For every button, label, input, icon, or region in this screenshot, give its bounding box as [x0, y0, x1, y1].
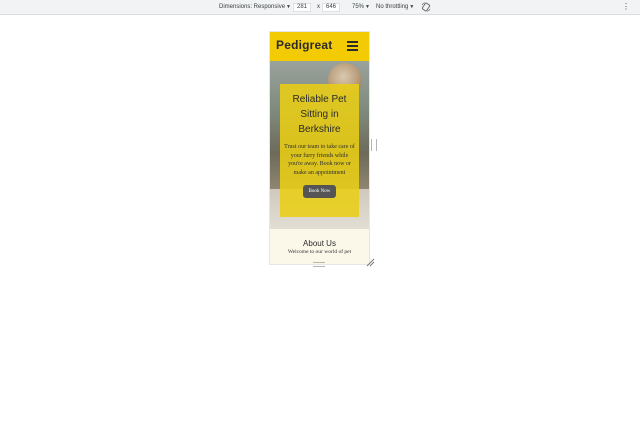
- about-title: About Us: [303, 239, 336, 248]
- hero-card: Reliable Pet Sitting in Berkshire Trust …: [280, 84, 359, 217]
- dimensions-caret-icon: ▼: [286, 4, 291, 10]
- zoom-caret-icon: ▼: [365, 4, 370, 10]
- site-brand-logo[interactable]: Pedigreat: [276, 38, 333, 52]
- throttling-dropdown[interactable]: No throttling▼: [376, 3, 414, 11]
- height-input[interactable]: 646: [322, 3, 341, 12]
- zoom-label: 75%: [352, 4, 365, 10]
- dimensions-dropdown[interactable]: Dimensions: Responsive▼: [219, 3, 291, 11]
- rotate-icon[interactable]: [421, 2, 431, 12]
- about-text: Welcome to our world of pet: [287, 249, 352, 255]
- throttling-label: No throttling: [376, 4, 409, 10]
- devtools-device-toolbar: Dimensions: Responsive▼ 281 x 646 75%▼ N…: [0, 0, 640, 15]
- resize-corner-icon[interactable]: [366, 258, 375, 267]
- throttling-caret-icon: ▼: [409, 4, 415, 10]
- resize-handle-bottom[interactable]: [313, 262, 325, 267]
- device-frame: Pedigreat Reliable Pet Sitting in Berksh…: [270, 32, 369, 264]
- site-navbar: Pedigreat: [270, 32, 369, 61]
- hero-text: Trust our team to take care of your furr…: [284, 144, 355, 176]
- about-section: About Us Welcome to our world of pet: [270, 229, 369, 264]
- zoom-dropdown[interactable]: 75%▼: [352, 3, 370, 11]
- times-symbol: x: [317, 4, 320, 10]
- book-now-button[interactable]: Book Now: [302, 185, 337, 198]
- dimensions-label: Dimensions: Responsive: [219, 4, 286, 10]
- vertical-ellipsis-icon[interactable]: ⋮: [622, 2, 630, 11]
- width-input[interactable]: 281: [293, 3, 312, 12]
- hamburger-icon[interactable]: [347, 41, 358, 51]
- resize-handle-right[interactable]: [371, 139, 377, 151]
- hero-title: Reliable Pet Sitting in Berkshire: [292, 94, 347, 135]
